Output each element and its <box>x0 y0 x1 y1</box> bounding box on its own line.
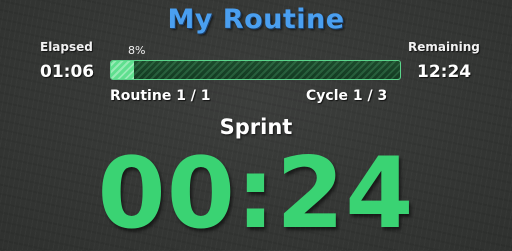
remaining-label: Remaining <box>408 40 480 54</box>
elapsed-time: 01:06 <box>40 62 95 82</box>
cycle-counter: Cycle 1 / 3 <box>306 88 388 104</box>
current-step-name: Sprint <box>219 115 293 139</box>
routine-counter: Routine 1 / 1 <box>110 88 211 104</box>
remaining-time: 12:24 <box>417 62 472 82</box>
progress-percent: 8% <box>128 44 146 57</box>
progress-bar <box>110 60 401 80</box>
elapsed-label: Elapsed <box>40 40 93 54</box>
routine-title: My Routine <box>167 4 345 35</box>
progress-fill <box>111 61 135 79</box>
progress-track-pattern <box>111 61 400 79</box>
countdown-timer[interactable]: 00:24 <box>0 138 512 250</box>
